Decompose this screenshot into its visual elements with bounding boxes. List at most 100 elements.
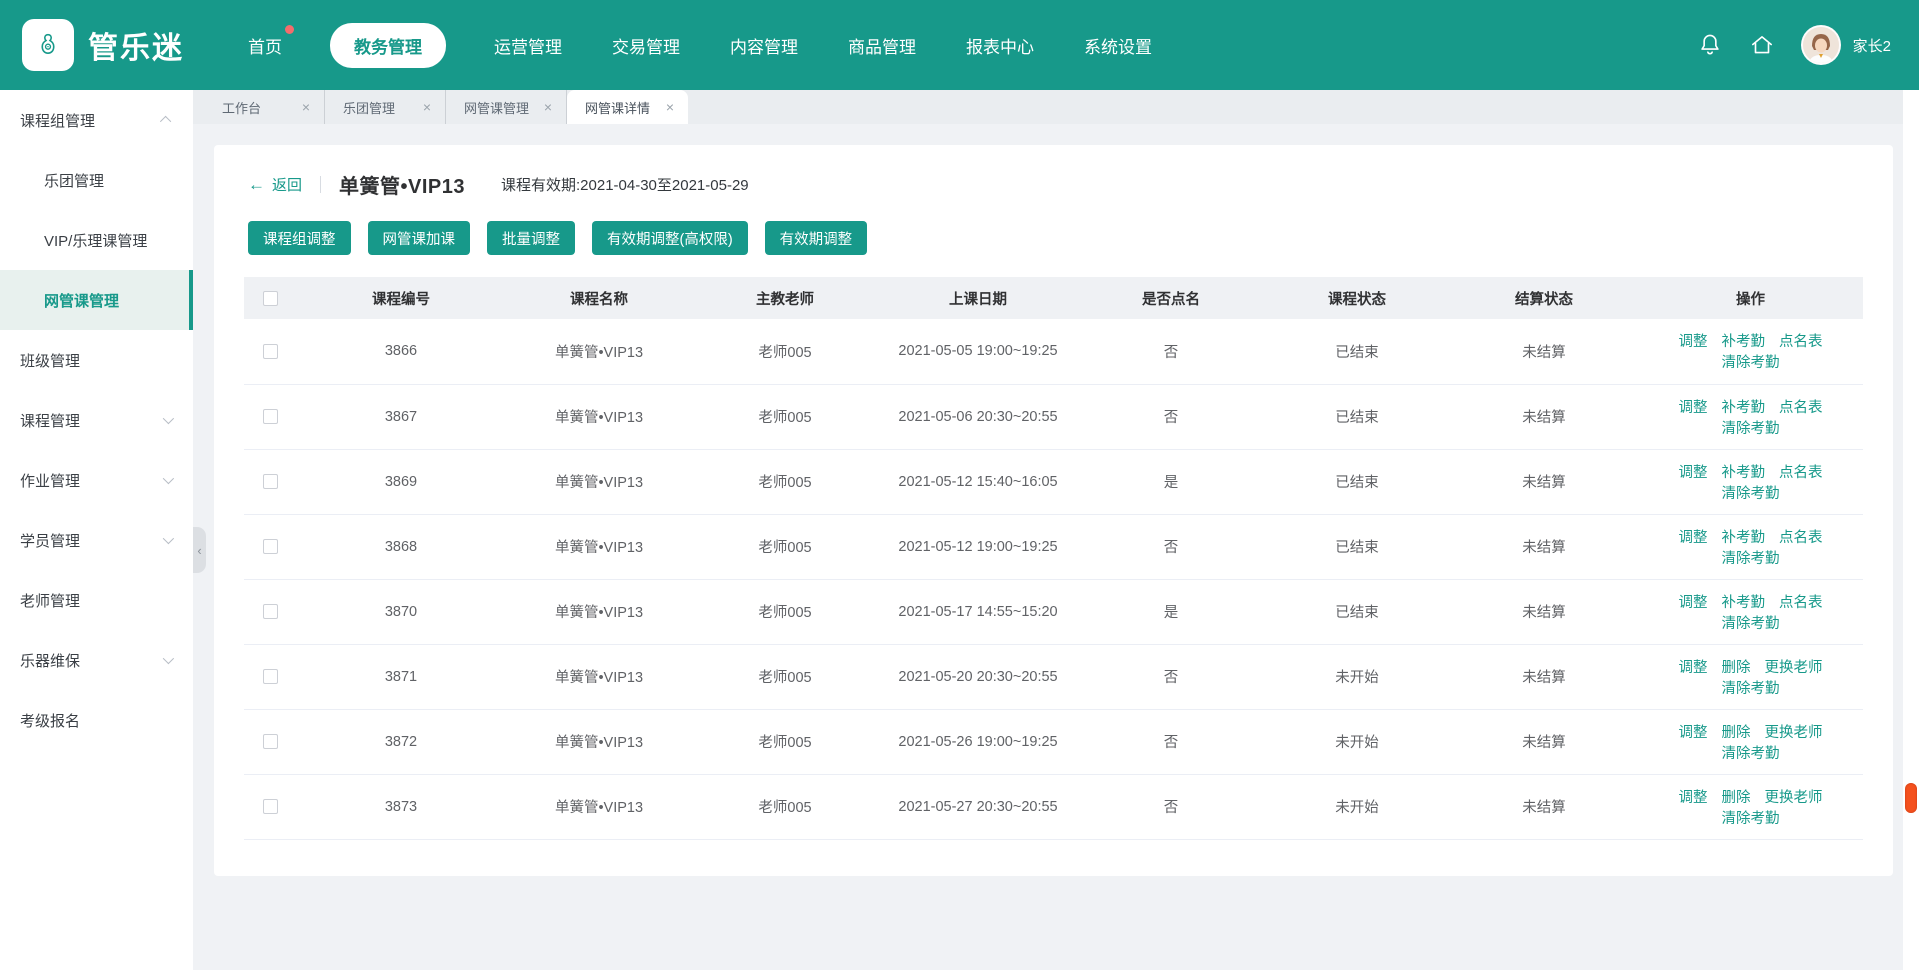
sidebar-item-vip-theory-mgmt[interactable]: VIP/乐理课管理 <box>0 210 193 270</box>
action-adjust[interactable]: 调整 <box>1679 334 1708 350</box>
nav-item-edu-admin[interactable]: 教务管理 <box>330 23 446 68</box>
sidebar-item-teacher-mgmt[interactable]: 老师管理 <box>0 570 193 630</box>
validity-adjust-high-button[interactable]: 有效期调整(高权限) <box>592 221 748 255</box>
back-label: 返回 <box>272 174 302 195</box>
close-icon[interactable]: × <box>302 100 310 114</box>
action-adjust[interactable]: 调整 <box>1679 465 1708 481</box>
action-makeup-attendance[interactable]: 补考勤 <box>1722 334 1766 350</box>
sidebar-item-course-group-mgmt[interactable]: 课程组管理 <box>0 90 193 150</box>
action-clear-attendance[interactable]: 清除考勤 <box>1722 355 1780 371</box>
nav-item-home[interactable]: 首页 <box>246 23 284 68</box>
notification-bell-icon[interactable] <box>1697 32 1723 58</box>
select-all-checkbox[interactable] <box>263 291 278 306</box>
settlement-status: 未结算 <box>1450 319 1638 384</box>
scrollbar-track[interactable] <box>1903 90 1919 970</box>
action-change-teacher[interactable]: 更换老师 <box>1765 790 1823 806</box>
action-clear-attendance[interactable]: 清除考勤 <box>1722 811 1780 827</box>
action-rollcall-sheet[interactable]: 点名表 <box>1779 400 1823 416</box>
action-adjust[interactable]: 调整 <box>1679 660 1708 676</box>
batch-adjust-button[interactable]: 批量调整 <box>487 221 575 255</box>
nav-item-report[interactable]: 报表中心 <box>964 23 1036 68</box>
username[interactable]: 家长2 <box>1853 35 1891 56</box>
sidebar-item-class-mgmt[interactable]: 班级管理 <box>0 330 193 390</box>
action-rollcall-sheet[interactable]: 点名表 <box>1779 465 1823 481</box>
action-clear-attendance[interactable]: 清除考勤 <box>1722 681 1780 697</box>
sidebar-item-homework-mgmt[interactable]: 作业管理 <box>0 450 193 510</box>
avatar-person-icon <box>1803 27 1839 63</box>
action-makeup-attendance[interactable]: 补考勤 <box>1722 595 1766 611</box>
action-makeup-attendance[interactable]: 补考勤 <box>1722 465 1766 481</box>
action-clear-attendance[interactable]: 清除考勤 <box>1722 551 1780 567</box>
row-checkbox[interactable] <box>263 669 278 684</box>
nav-item-trade[interactable]: 交易管理 <box>610 23 682 68</box>
sidebar-item-online-course-mgmt[interactable]: 网管课管理 <box>0 270 193 330</box>
action-rollcall-sheet[interactable]: 点名表 <box>1779 595 1823 611</box>
tab-label: 网管课管理 <box>464 98 529 117</box>
sidebar-item-instrument-maintenance[interactable]: 乐器维保 <box>0 630 193 690</box>
nav-item-system[interactable]: 系统设置 <box>1082 23 1154 68</box>
nav-item-label: 教务管理 <box>354 38 422 57</box>
course-status: 已结束 <box>1264 579 1450 644</box>
action-clear-attendance[interactable]: 清除考勤 <box>1722 486 1780 502</box>
action-adjust[interactable]: 调整 <box>1679 725 1708 741</box>
row-checkbox[interactable] <box>263 734 278 749</box>
sidebar-collapse-handle[interactable]: ‹ <box>193 527 206 573</box>
back-button[interactable]: ← 返回 <box>248 174 302 195</box>
action-clear-attendance[interactable]: 清除考勤 <box>1722 616 1780 632</box>
sidebar-item-course-mgmt[interactable]: 课程管理 <box>0 390 193 450</box>
nav-item-content[interactable]: 内容管理 <box>728 23 800 68</box>
action-delete[interactable]: 删除 <box>1722 790 1751 806</box>
nav-item-label: 内容管理 <box>730 38 798 57</box>
add-online-course-button[interactable]: 网管课加课 <box>368 221 471 255</box>
tab-online-course-detail[interactable]: 网管课详情× <box>567 90 688 124</box>
row-actions: 调整补考勤点名表清除考勤 <box>1638 319 1863 384</box>
action-adjust[interactable]: 调整 <box>1679 530 1708 546</box>
close-icon[interactable]: × <box>666 100 674 114</box>
action-rollcall-sheet[interactable]: 点名表 <box>1779 334 1823 350</box>
sidebar-item-exam-registration[interactable]: 考级报名 <box>0 690 193 750</box>
action-change-teacher[interactable]: 更换老师 <box>1765 725 1823 741</box>
action-change-teacher[interactable]: 更换老师 <box>1765 660 1823 676</box>
course-status: 未开始 <box>1264 709 1450 774</box>
close-icon[interactable]: × <box>544 100 552 114</box>
action-rollcall-sheet[interactable]: 点名表 <box>1779 530 1823 546</box>
row-checkbox[interactable] <box>263 474 278 489</box>
tab-workbench[interactable]: 工作台× <box>204 90 325 124</box>
nav-item-goods[interactable]: 商品管理 <box>846 23 918 68</box>
tab-online-course-mgmt[interactable]: 网管课管理 × <box>446 90 567 124</box>
column-header: 主教老师 <box>692 277 878 319</box>
row-checkbox[interactable] <box>263 539 278 554</box>
user-avatar[interactable] <box>1801 25 1841 65</box>
adjust-course-group-button[interactable]: 课程组调整 <box>248 221 351 255</box>
action-adjust[interactable]: 调整 <box>1679 400 1708 416</box>
sidebar-item-student-mgmt[interactable]: 学员管理 <box>0 510 193 570</box>
course-status: 已结束 <box>1264 449 1450 514</box>
row-checkbox[interactable] <box>263 344 278 359</box>
scrollbar-thumb[interactable] <box>1905 783 1917 813</box>
row-checkbox[interactable] <box>263 604 278 619</box>
action-clear-attendance[interactable]: 清除考勤 <box>1722 421 1780 437</box>
row-checkbox[interactable] <box>263 799 278 814</box>
row-select-cell <box>244 514 296 579</box>
action-delete[interactable]: 删除 <box>1722 725 1751 741</box>
table-row: 3870单簧管•VIP13老师0052021-05-17 14:55~15:20… <box>244 579 1863 644</box>
close-icon[interactable]: × <box>423 100 431 114</box>
validity-adjust-button[interactable]: 有效期调整 <box>765 221 868 255</box>
sidebar-item-orchestra-mgmt[interactable]: 乐团管理 <box>0 150 193 210</box>
tab-orchestra-mgmt[interactable]: 乐团管理× <box>325 90 446 124</box>
action-delete[interactable]: 删除 <box>1722 660 1751 676</box>
nav-item-operation[interactable]: 运营管理 <box>492 23 564 68</box>
action-adjust[interactable]: 调整 <box>1679 595 1708 611</box>
row-checkbox[interactable] <box>263 409 278 424</box>
action-makeup-attendance[interactable]: 补考勤 <box>1722 530 1766 546</box>
date: 2021-05-12 19:00~19:25 <box>878 514 1078 579</box>
action-clear-attendance[interactable]: 清除考勤 <box>1722 746 1780 762</box>
main-content: ← 返回 单簧管•VIP13 课程有效期:2021-04-30至2021-05-… <box>193 124 1903 970</box>
rollcall: 否 <box>1078 709 1264 774</box>
brand: 管乐迷 <box>22 19 184 71</box>
nav-item-label: 商品管理 <box>848 38 916 57</box>
action-adjust[interactable]: 调整 <box>1679 790 1708 806</box>
sidebar-item-label: VIP/乐理课管理 <box>44 230 147 251</box>
home-icon[interactable] <box>1749 32 1775 58</box>
action-makeup-attendance[interactable]: 补考勤 <box>1722 400 1766 416</box>
